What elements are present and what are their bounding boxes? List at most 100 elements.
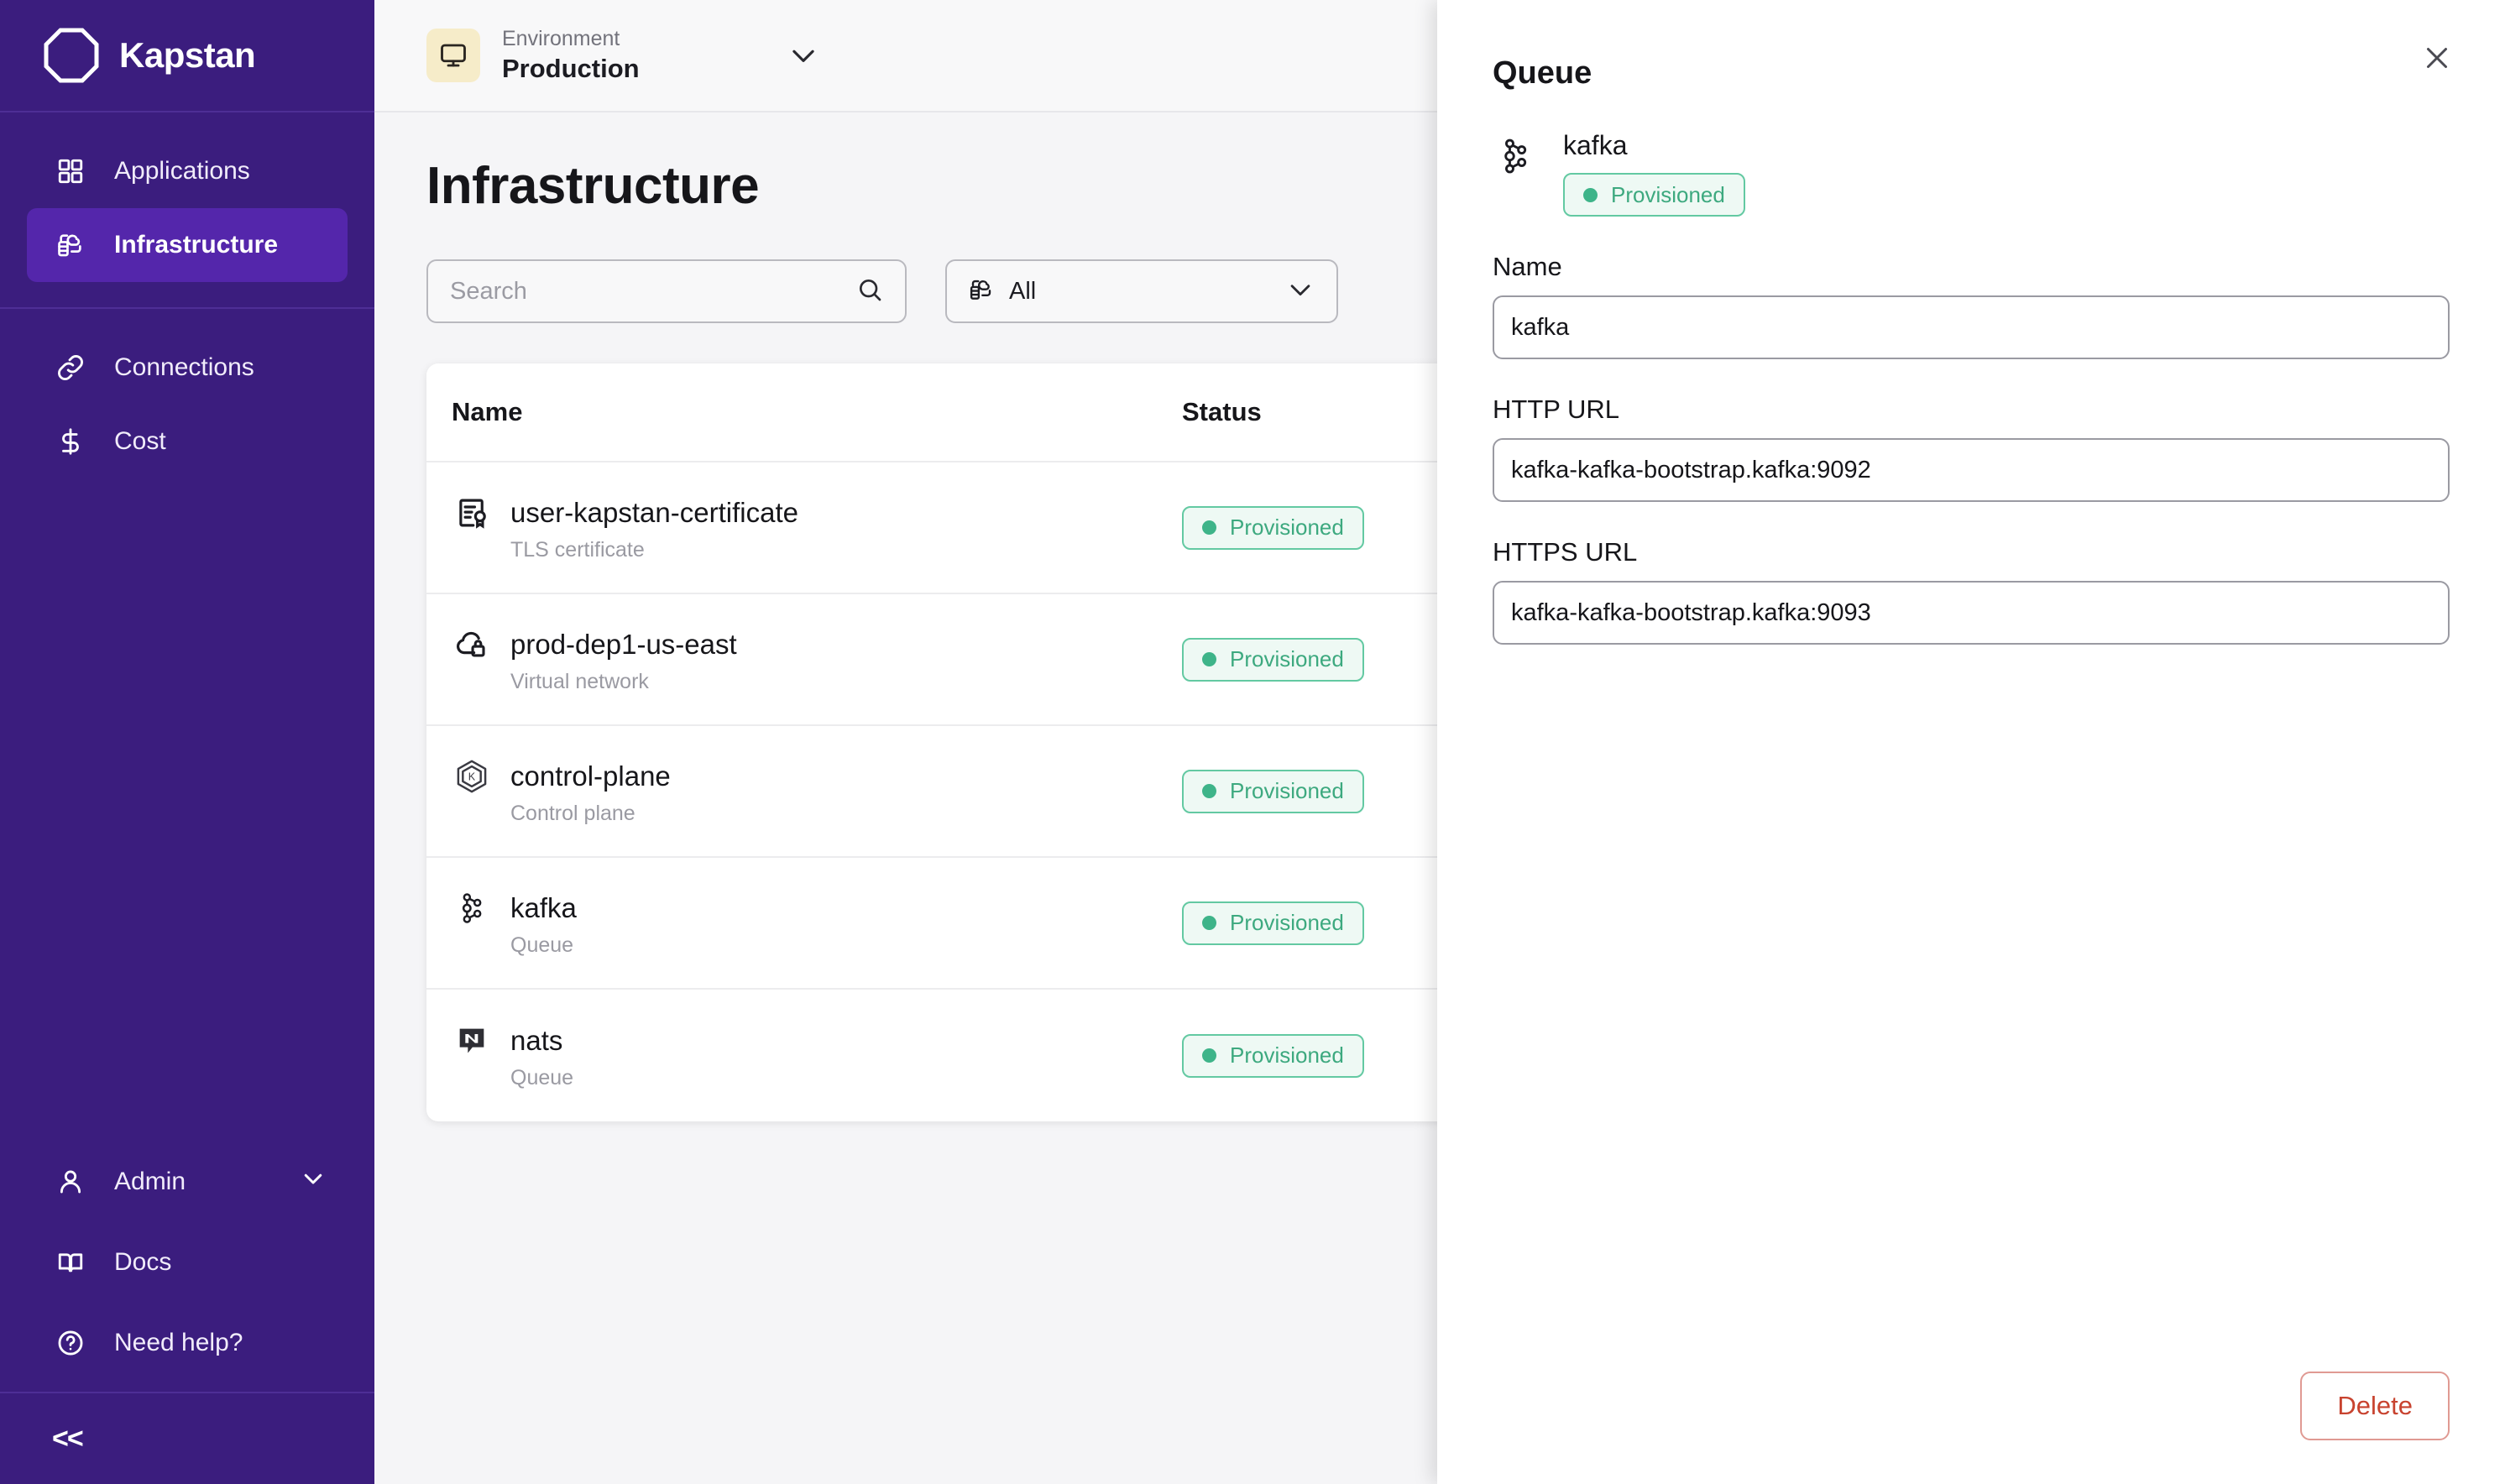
column-header-name: Name — [452, 397, 523, 426]
sidebar-group-secondary: Connections Cost — [0, 309, 374, 500]
panel-footer: Delete — [1493, 1372, 2450, 1484]
grid-icon — [52, 153, 89, 190]
row-subtitle: Control plane — [510, 802, 635, 825]
https-url-field[interactable] — [1493, 581, 2450, 645]
sidebar-item-docs[interactable]: Docs — [27, 1222, 348, 1303]
close-icon[interactable] — [2416, 37, 2458, 79]
field-label: HTTPS URL — [1493, 537, 1638, 567]
table-row[interactable]: nats Queue Provisioned — [426, 990, 1585, 1121]
delete-button[interactable]: Delete — [2300, 1372, 2450, 1440]
status-text: Provisioned — [1611, 181, 1725, 207]
table-row[interactable]: K control-plane Control plane Provisione… — [426, 726, 1585, 858]
status-dot-icon — [1583, 187, 1598, 202]
svg-text:K: K — [468, 771, 476, 783]
status-text: Provisioned — [1230, 1042, 1344, 1068]
sidebar-item-applications[interactable]: Applications — [27, 134, 348, 208]
row-name: nats — [510, 1025, 563, 1056]
certificate-icon — [452, 493, 492, 533]
status-badge: Provisioned — [1182, 1033, 1364, 1078]
resource-detail-panel: Queue kafka Provisioned Name kafka HTTP … — [1437, 0, 2505, 1484]
monitor-icon — [426, 29, 480, 82]
search-box[interactable] — [426, 259, 907, 323]
cloud-lock-icon — [452, 624, 492, 665]
sidebar-item-label: Connections — [114, 353, 254, 381]
status-dot-icon — [1202, 916, 1216, 930]
search-icon[interactable] — [856, 276, 883, 307]
field-https-url: HTTPS URL — [1493, 537, 2450, 645]
row-name-cell: prod-dep1-us-east Virtual network — [452, 624, 1182, 694]
table-header-row: Name Status — [426, 363, 1585, 462]
status-dot-icon — [1202, 1048, 1216, 1063]
sidebar-item-label: Cost — [114, 427, 166, 455]
book-icon — [52, 1244, 89, 1281]
collapse-chevrons-icon: << — [52, 1422, 84, 1455]
chevron-down-icon[interactable] — [1286, 275, 1315, 308]
field-label: HTTP URL — [1493, 395, 1620, 424]
row-name: control-plane — [510, 760, 671, 792]
field-http-url: HTTP URL — [1493, 395, 2450, 502]
panel-resource-summary: kafka Provisioned — [1493, 130, 2450, 217]
table-row[interactable]: prod-dep1-us-east Virtual network Provis… — [426, 594, 1585, 726]
sidebar-item-cost[interactable]: Cost — [27, 405, 348, 478]
http-url-field[interactable] — [1493, 438, 2450, 502]
sidebar-group-bottom: Admin Docs Need help? — [0, 1142, 374, 1392]
row-name-cell: kafka Queue — [452, 888, 1182, 958]
sidebar-item-label: Infrastructure — [114, 231, 279, 259]
sidebar-item-infrastructure[interactable]: Infrastructure — [27, 208, 348, 282]
status-badge: Provisioned — [1182, 769, 1364, 813]
environment-value: Production — [502, 53, 640, 83]
row-subtitle: Queue — [510, 1066, 574, 1089]
row-subtitle: TLS certificate — [510, 538, 645, 562]
environment-label: Environment — [502, 27, 620, 51]
panel-title: Queue — [1493, 55, 1592, 91]
sidebar-item-admin[interactable]: Admin — [27, 1142, 348, 1222]
status-text: Provisioned — [1230, 778, 1344, 803]
sidebar-item-connections[interactable]: Connections — [27, 331, 348, 405]
status-badge: Provisioned — [1182, 637, 1364, 682]
row-name-cell: user-kapstan-certificate TLS certificate — [452, 493, 1182, 562]
question-circle-icon — [52, 1325, 89, 1361]
row-name: prod-dep1-us-east — [510, 629, 737, 660]
chevron-down-icon[interactable] — [787, 39, 819, 71]
status-badge: Provisioned — [1182, 901, 1364, 945]
table-row[interactable]: user-kapstan-certificate TLS certificate… — [426, 462, 1585, 594]
sidebar-collapse-button[interactable]: << — [0, 1392, 374, 1484]
row-name: user-kapstan-certificate — [510, 497, 798, 528]
row-name-cell: nats Queue — [452, 1021, 1182, 1090]
field-name: Name — [1493, 252, 2450, 359]
row-name: kafka — [510, 892, 577, 923]
status-text: Provisioned — [1230, 646, 1344, 671]
sidebar-group-primary: Applications Infrastructure — [0, 112, 374, 309]
sidebar: Kapstan Applications Infrastructure Conn… — [0, 0, 374, 1484]
row-name-cell: K control-plane Control plane — [452, 756, 1182, 826]
sidebar-item-label: Admin — [114, 1168, 186, 1195]
status-dot-icon — [1202, 520, 1216, 535]
kubernetes-icon: K — [452, 756, 492, 797]
panel-spacer — [1493, 645, 2450, 1372]
field-label: Name — [1493, 252, 1562, 281]
link-icon — [52, 349, 89, 386]
status-dot-icon — [1202, 652, 1216, 666]
filter-value: All — [1009, 277, 1037, 305]
status-text: Provisioned — [1230, 910, 1344, 935]
search-input[interactable] — [450, 277, 856, 306]
row-subtitle: Queue — [510, 933, 574, 957]
table-row[interactable]: kafka Queue Provisioned — [426, 858, 1585, 990]
environment-selector[interactable]: Environment Production — [426, 28, 819, 83]
status-text: Provisioned — [1230, 515, 1344, 540]
name-field[interactable] — [1493, 295, 2450, 359]
sidebar-item-need-help[interactable]: Need help? — [27, 1303, 348, 1383]
row-subtitle: Virtual network — [510, 670, 649, 693]
panel-resource-name: kafka — [1563, 130, 1628, 160]
app-root: Kapstan Applications Infrastructure Conn… — [0, 0, 2505, 1484]
resource-type-filter[interactable]: All — [945, 259, 1338, 323]
user-icon — [52, 1163, 89, 1200]
sidebar-item-label: Applications — [114, 157, 250, 185]
infrastructure-table: Name Status user-kapstan-certificate TLS… — [426, 363, 1585, 1121]
brand[interactable]: Kapstan — [0, 0, 374, 112]
status-badge: Provisioned — [1563, 173, 1745, 217]
infrastructure-icon — [52, 227, 89, 264]
octagon-logo-icon — [44, 28, 99, 83]
chevron-down-icon[interactable] — [301, 1166, 326, 1198]
